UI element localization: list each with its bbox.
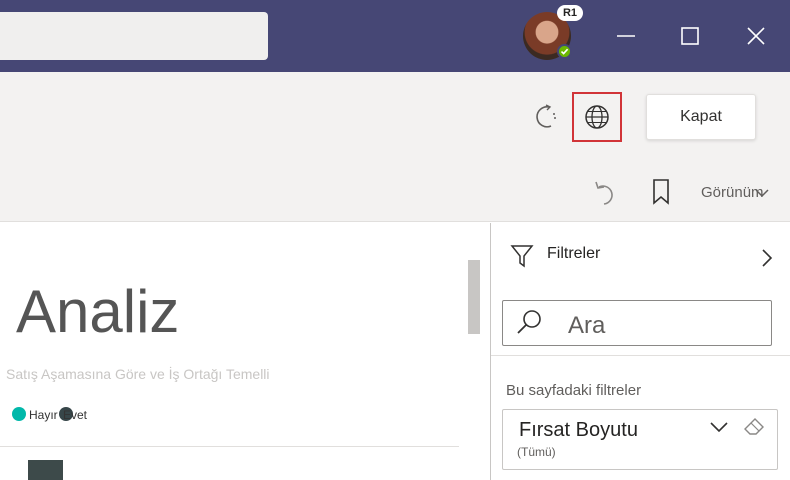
close-window-button[interactable] — [742, 22, 770, 50]
undo-icon — [595, 181, 613, 205]
chevron-down-icon — [755, 189, 769, 198]
close-button[interactable]: Kapat — [646, 94, 756, 140]
chart-bar[interactable] — [28, 460, 63, 480]
bookmark-icon — [653, 179, 669, 205]
filter-card-name: Fırsat Boyutu — [519, 419, 638, 441]
chevron-right-icon — [762, 249, 773, 267]
report-title: Analiz — [16, 278, 180, 345]
filter-card-value: (Tümü) — [517, 445, 556, 459]
minimize-button[interactable] — [612, 22, 640, 50]
maximize-icon — [681, 27, 699, 45]
legend-label-evet: Evet — [63, 408, 88, 422]
presence-available-icon — [557, 44, 572, 59]
report-subtitle: Satış Aşamasına Göre ve İş Ortağı Temell… — [6, 366, 270, 382]
refresh-button[interactable] — [532, 102, 560, 130]
filters-title: Filtreler — [547, 245, 601, 262]
pane-divider — [491, 355, 790, 356]
minimize-icon — [617, 35, 635, 37]
globe-icon — [585, 105, 609, 129]
visual-divider — [0, 446, 459, 447]
clear-filter-button[interactable] — [743, 417, 765, 437]
maximize-button[interactable] — [676, 22, 704, 50]
title-search-box[interactable] — [0, 12, 268, 60]
legend-label-hayir: Hayır — [29, 408, 58, 422]
undo-button[interactable] — [590, 178, 620, 208]
canvas-scrollbar[interactable] — [468, 260, 480, 334]
collapse-pane-button[interactable] — [760, 248, 774, 268]
refresh-icon — [536, 104, 556, 128]
close-window-icon — [747, 27, 765, 45]
view-dropdown[interactable] — [754, 186, 770, 198]
search-icon — [514, 308, 544, 338]
filter-icon — [510, 243, 534, 269]
chevron-down-icon — [710, 422, 728, 433]
bookmark-button[interactable] — [650, 178, 672, 206]
ring-badge: R1 — [557, 5, 583, 21]
legend-marker-hayir — [12, 407, 26, 421]
expand-filter-button[interactable] — [709, 420, 729, 434]
language-button[interactable] — [572, 92, 622, 142]
section-label: Bu sayfadaki filtreler — [506, 382, 642, 399]
report-canvas — [0, 223, 490, 480]
eraser-icon — [744, 418, 764, 435]
filter-search-placeholder: Ara — [568, 312, 606, 339]
